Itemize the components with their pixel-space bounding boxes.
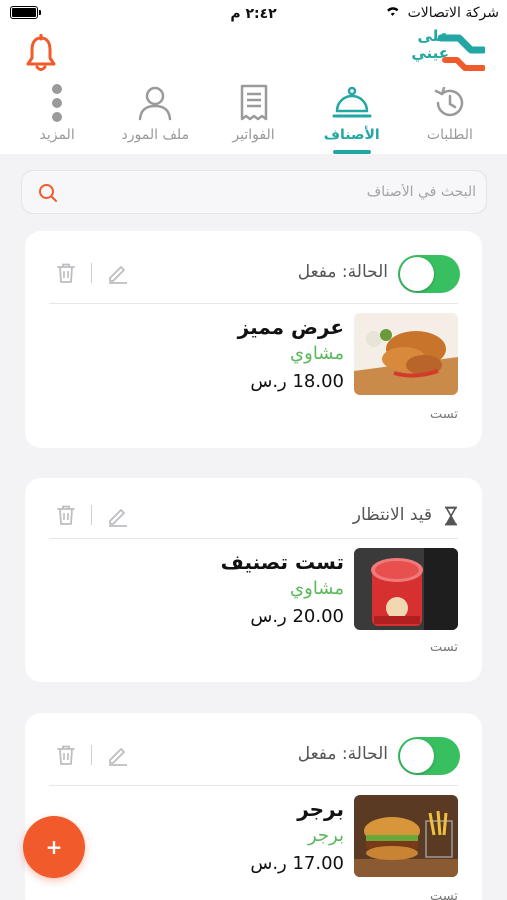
card-divider [49,538,458,539]
add-item-button[interactable]: + [23,816,85,878]
status-label: الحالة: مفعل [297,744,388,764]
tab-invoices[interactable]: الفواتير [204,82,302,154]
item-card: قيد الانتظار تست تصنيف مشاوي 20.00 ر.س ت… [25,478,482,682]
action-divider [91,263,92,283]
edit-icon[interactable] [107,744,129,766]
chips-can-image [354,548,458,630]
more-vertical-icon [36,82,78,124]
history-icon [429,82,471,124]
item-category: برجر [308,825,344,846]
search-input[interactable] [76,171,476,213]
card-divider [49,303,458,304]
toggle-knob [400,739,434,773]
status-label: الحالة: مفعل [297,262,388,282]
status-label: قيد الانتظار [352,505,432,525]
logo-text: على عيني [411,27,449,62]
carrier-label: شركة الاتصالات [407,5,499,21]
edit-icon[interactable] [107,262,129,284]
hourglass-icon [445,506,457,526]
tab-label: الأصناف [323,127,380,143]
tab-label: الطلبات [426,127,473,143]
burger-image [354,795,458,877]
card-header: الحالة: مفعل [25,713,482,785]
trash-icon[interactable] [57,505,75,525]
tab-more[interactable]: المزيد [8,82,106,154]
item-note: تست [430,640,458,655]
action-divider [91,505,92,525]
item-note: تست [430,407,458,422]
tab-supplier-profile[interactable]: ملف المورد [106,82,204,154]
item-price: 17.00 ر.س [250,853,344,874]
item-name: برجر [297,797,344,821]
tab-orders[interactable]: الطلبات [401,82,499,154]
item-category: مشاوي [290,578,344,599]
tab-label: الفواتير [232,127,275,143]
edit-icon[interactable] [107,505,129,527]
item-name: عرض مميز [237,315,344,339]
user-icon [134,82,176,124]
item-category: مشاوي [290,343,344,364]
card-header: الحالة: مفعل [25,231,482,303]
tab-label: ملف المورد [121,127,190,143]
status-bar: ٢:٤٢ م شركة الاتصالات [0,0,507,28]
fried-chicken-image [354,313,458,395]
toggle-knob [400,257,434,291]
app-header: على عيني الطلبات الأصناف الفواتير ملف ال… [0,28,507,154]
trash-icon[interactable] [57,745,75,765]
item-card: الحالة: مفعل برجر برجر 17.00 ر.س تست [25,713,482,900]
item-price: 20.00 ر.س [250,606,344,627]
status-toggle[interactable] [398,737,460,775]
tab-label: المزيد [39,127,75,143]
card-divider [49,785,458,786]
cloche-icon [331,82,373,124]
item-card: الحالة: مفعل عرض مميز مشاوي 18.00 ر.س تس… [25,231,482,448]
receipt-icon [233,82,275,124]
search-icon[interactable] [38,183,58,203]
active-tab-indicator [332,150,371,154]
status-toggle[interactable] [398,255,460,293]
item-note: تست [430,889,458,900]
card-header: قيد الانتظار [25,478,482,550]
trash-icon[interactable] [57,263,75,283]
main-tabs: الطلبات الأصناف الفواتير ملف المورد المز… [0,82,507,154]
bell-icon[interactable] [26,34,56,74]
search-bar [21,170,487,214]
wifi-icon [384,6,402,20]
item-name: تست تصنيف [220,550,344,574]
item-price: 18.00 ر.س [250,371,344,392]
tab-items[interactable]: الأصناف [303,82,401,154]
status-right: شركة الاتصالات [384,5,499,21]
action-divider [91,745,92,765]
